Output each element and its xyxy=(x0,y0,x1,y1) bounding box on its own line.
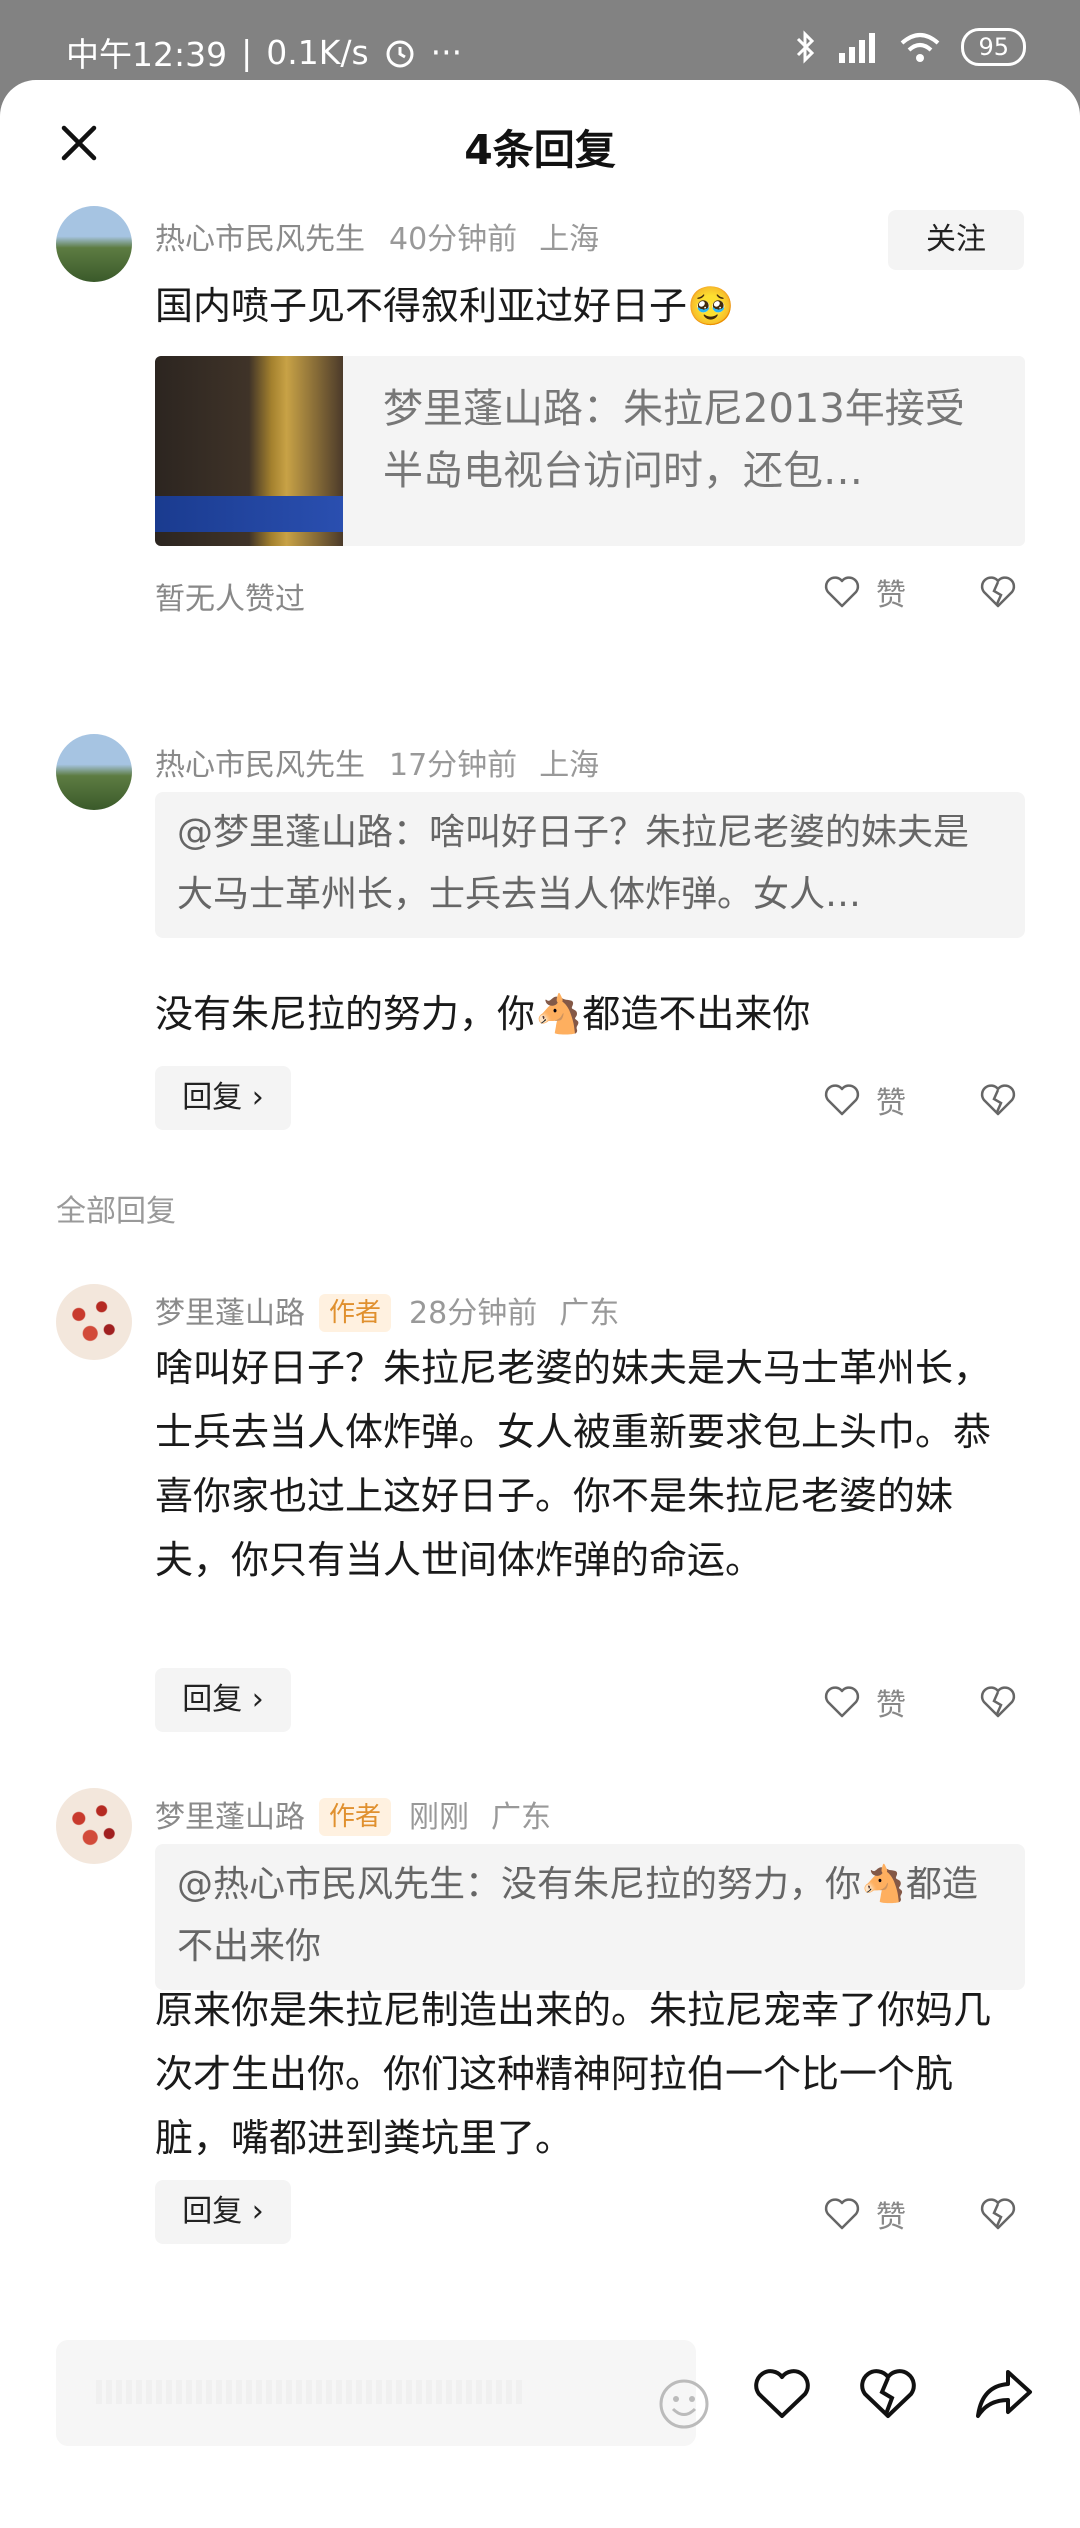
bottom-action-bar xyxy=(0,2330,1080,2460)
reply-button[interactable]: 回复 › xyxy=(155,1066,291,1130)
comment-meta: 梦里蓬山路 作者 28分钟前 广东 xyxy=(155,1288,619,1332)
comment-meta: 热心市民风先生 40分钟前 上海 xyxy=(155,214,599,258)
status-time: 中午12:39 xyxy=(66,35,228,74)
like-label: 赞 xyxy=(876,2200,906,2235)
system-nav-bar xyxy=(0,2500,1080,2528)
heart-icon xyxy=(824,576,860,608)
reply-input-placeholder xyxy=(96,2380,526,2404)
emoji-icon[interactable] xyxy=(656,2376,712,2432)
comment-text: 没有朱尼拉的努力，你🐴都造不出来你 xyxy=(155,992,811,1036)
quoted-reply: @热心市民风先生：没有朱尼拉的努力，你🐴都造不出来你 xyxy=(155,1844,1025,1990)
reply-button[interactable]: 回复 › xyxy=(155,2180,291,2244)
quoted-reply: @梦里蓬山路：啥叫好日子？朱拉尼老婆的妹夫是大马士革州长，士兵去当人体炸弹。女人… xyxy=(155,792,1025,938)
author-name[interactable]: 热心市民风先生 xyxy=(155,748,365,783)
link-thumbnail xyxy=(155,356,343,546)
like-button[interactable]: 赞 xyxy=(822,1680,906,1724)
comment-text: 啥叫好日子？朱拉尼老婆的妹夫是大马士革州长，士兵去当人体炸弹。女人被重新要求包上… xyxy=(155,1346,992,1582)
comment-text: 原来你是朱拉尼制造出来的。朱拉尼宠幸了你妈几次才生出你。你们这种精神阿拉伯一个比… xyxy=(155,1988,992,2160)
status-divider: | xyxy=(241,32,253,72)
author-name[interactable]: 热心市民风先生 xyxy=(155,222,365,257)
comment-location: 广东 xyxy=(491,1800,552,1835)
broken-heart-icon[interactable] xyxy=(856,2362,920,2426)
alarm-icon xyxy=(386,40,414,68)
battery-indicator: 95 xyxy=(961,28,1026,66)
link-card[interactable]: 梦里蓬山路：朱拉尼2013年接受半岛电视台访问时，还包… xyxy=(155,356,1025,546)
avatar[interactable] xyxy=(56,734,132,810)
status-net-speed: 0.1K/s xyxy=(266,32,369,72)
reply-input[interactable] xyxy=(56,2340,709,2446)
link-card-text: 梦里蓬山路：朱拉尼2013年接受半岛电视台访问时，还包… xyxy=(383,386,965,494)
avatar[interactable] xyxy=(56,1788,132,1864)
heart-icon xyxy=(824,1084,860,1116)
avatar[interactable] xyxy=(56,1284,132,1360)
comment-meta: 热心市民风先生 17分钟前 上海 xyxy=(155,740,599,784)
comment-time: 28分钟前 xyxy=(409,1296,538,1331)
sheet-title: 4条回复 xyxy=(464,126,616,174)
author-badge: 作者 xyxy=(319,1798,392,1836)
comment-meta: 梦里蓬山路 作者 刚刚 广东 xyxy=(155,1792,551,1836)
broken-heart-icon[interactable] xyxy=(978,1682,1018,1722)
wifi-icon xyxy=(901,33,940,62)
comment-location: 广东 xyxy=(559,1296,620,1331)
broken-heart-icon[interactable] xyxy=(978,2194,1018,2234)
share-icon[interactable] xyxy=(972,2362,1036,2426)
comment-location: 上海 xyxy=(539,748,600,783)
author-name[interactable]: 梦里蓬山路 xyxy=(155,1800,305,1835)
author-name[interactable]: 梦里蓬山路 xyxy=(155,1296,305,1331)
like-button[interactable]: 赞 xyxy=(822,2192,906,2236)
like-button[interactable]: 赞 xyxy=(822,570,906,614)
like-button[interactable]: 赞 xyxy=(822,1078,906,1122)
sheet-header: 4条回复 xyxy=(0,80,1080,214)
broken-heart-icon[interactable] xyxy=(978,572,1018,612)
broken-heart-icon[interactable] xyxy=(978,1080,1018,1120)
heart-icon[interactable] xyxy=(750,2362,814,2426)
replies-sheet: 4条回复 热心市民风先生 40分钟前 上海 关注 国内喷子见不得叙利亚过好日子🥹 梦… xyxy=(0,80,1080,2528)
bluetooth-icon xyxy=(797,30,815,64)
like-label: 赞 xyxy=(876,578,906,613)
signal-icon xyxy=(839,33,876,63)
avatar[interactable] xyxy=(56,206,132,282)
like-label: 赞 xyxy=(876,1688,906,1723)
comment-time: 刚刚 xyxy=(409,1800,470,1835)
status-more-dots: ··· xyxy=(430,32,463,72)
like-label: 赞 xyxy=(876,1086,906,1121)
heart-icon xyxy=(824,2198,860,2230)
reply-button[interactable]: 回复 › xyxy=(155,1668,291,1732)
comment-location: 上海 xyxy=(539,222,600,257)
comment-time: 17分钟前 xyxy=(389,748,518,783)
follow-button[interactable]: 关注 xyxy=(888,210,1024,270)
heart-icon xyxy=(824,1686,860,1718)
comment-text: 国内喷子见不得叙利亚过好日子🥹 xyxy=(155,284,735,328)
all-replies-label: 全部回复 xyxy=(56,1194,176,1229)
comment-time: 40分钟前 xyxy=(389,222,518,257)
no-likes-text: 暂无人赞过 xyxy=(155,582,305,617)
author-badge: 作者 xyxy=(319,1294,392,1332)
